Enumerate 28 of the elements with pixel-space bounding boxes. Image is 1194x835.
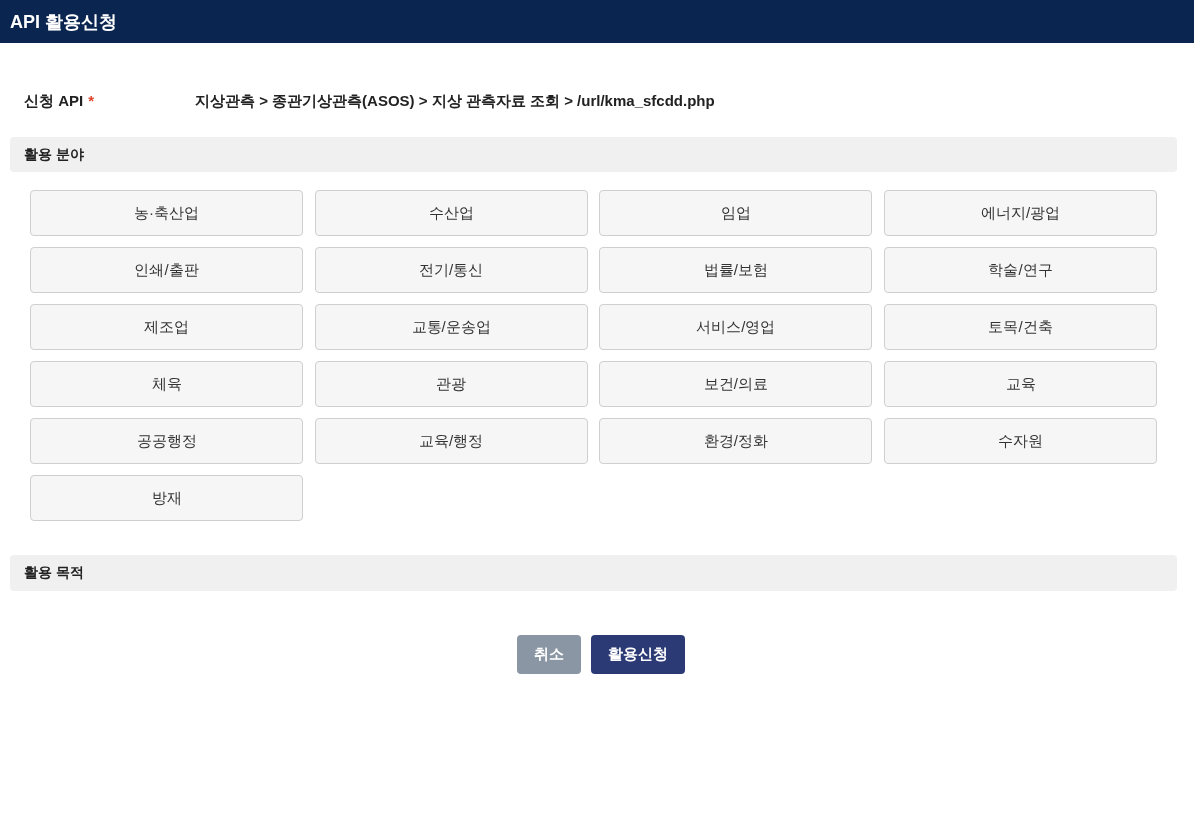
category-option[interactable]: 서비스/영업	[599, 304, 873, 350]
category-option[interactable]: 교육	[884, 361, 1158, 407]
category-option[interactable]: 학술/연구	[884, 247, 1158, 293]
category-option[interactable]: 전기/통신	[314, 247, 588, 293]
category-option[interactable]: 보건/의료	[599, 361, 873, 407]
category-option[interactable]: 체육	[30, 361, 303, 407]
category-option[interactable]: 에너지/광업	[884, 190, 1158, 236]
page-title: API 활용신청	[10, 10, 117, 34]
category-option[interactable]: 농·축산업	[30, 190, 303, 236]
category-option[interactable]: 수산업	[314, 190, 588, 236]
category-option[interactable]: 제조업	[30, 304, 303, 350]
field-label: 신청 API	[24, 91, 84, 111]
submit-button[interactable]: 활용신청	[591, 635, 685, 674]
category-option[interactable]: 공공행정	[30, 418, 303, 464]
category-option[interactable]: 방재	[30, 475, 303, 521]
category-option[interactable]: 교육/행정	[314, 418, 588, 464]
section-title: 활용 목적	[24, 564, 84, 582]
required-mark: *	[88, 91, 95, 111]
category-option[interactable]: 법률/보험	[599, 247, 873, 293]
category-option[interactable]: 수자원	[884, 418, 1158, 464]
category-option[interactable]: 교통/운송업	[314, 304, 588, 350]
category-option[interactable]: 임업	[599, 190, 873, 236]
category-option[interactable]: 환경/정화	[599, 418, 873, 464]
category-option[interactable]: 인쇄/출판	[30, 247, 303, 293]
api-path: 지상관측 > 종관기상관측(ASOS) > 지상 관측자료 조회 > /url/kma_sfcdd.php	[195, 91, 715, 111]
category-option[interactable]: 토목/건축	[884, 304, 1158, 350]
category-option[interactable]: 관광	[314, 361, 588, 407]
section-title: 활용 분야	[24, 145, 84, 164]
